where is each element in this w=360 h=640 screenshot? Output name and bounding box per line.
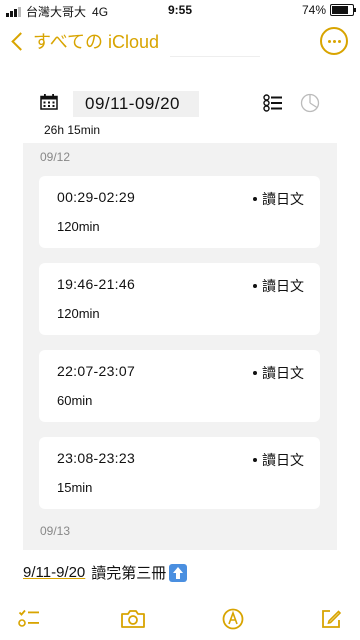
more-button[interactable]: [320, 27, 348, 55]
date-range[interactable]: 09/11-09/20: [73, 91, 199, 117]
entry-time-range: 23:08-23:23: [57, 450, 136, 466]
up-arrow-icon: [169, 563, 188, 582]
tag-dot-icon: [253, 371, 257, 375]
back-label: すべての iCloud: [33, 32, 160, 52]
camera-icon[interactable]: [120, 608, 146, 630]
bottom-toolbar: [0, 598, 360, 640]
entry-tag-label: 讀日文: [262, 191, 304, 207]
entry-tag: 讀日文: [253, 363, 304, 383]
tag-dot-icon: [253, 197, 257, 201]
calendar-icon[interactable]: [40, 94, 58, 110]
note-text: 讀完第三冊: [91, 565, 167, 582]
time-entry-card[interactable]: 19:46-21:46 120min 讀日文: [39, 263, 320, 335]
faded-tab-bar: [170, 34, 260, 57]
embedded-screenshot[interactable]: 09/11-09/20 26h 15min 09/12 00:29-02:29 …: [23, 66, 337, 550]
entry-time-range: 22:07-23:07: [57, 363, 136, 379]
entry-tag: 讀日文: [253, 276, 304, 296]
nav-bar: すべての iCloud: [0, 24, 360, 60]
note-text-line[interactable]: 9/11-9/20 讀完第三冊: [23, 562, 188, 583]
tag-dot-icon: [253, 284, 257, 288]
entry-tag-label: 讀日文: [262, 452, 304, 468]
status-right: 74%: [301, 3, 356, 17]
battery-icon: [330, 4, 356, 16]
entry-duration: 120min: [57, 306, 100, 321]
day-header: 09/13: [40, 524, 71, 538]
battery-percent: 74%: [301, 3, 326, 17]
time-entry-card[interactable]: 22:07-23:07 60min 讀日文: [39, 350, 320, 422]
day-header: 09/12: [40, 150, 71, 164]
entry-tag: 讀日文: [253, 450, 304, 470]
checklist-icon[interactable]: [18, 608, 40, 630]
time-entry-card[interactable]: 23:08-23:23 15min 讀日文: [39, 437, 320, 509]
entry-duration: 15min: [57, 480, 93, 495]
chevron-left-icon: [11, 31, 30, 51]
entry-time-range: 19:46-21:46: [57, 276, 136, 292]
pie-chart-icon[interactable]: [300, 93, 320, 113]
time-log-header: 09/11-09/20 26h 15min: [23, 66, 337, 143]
total-time: 26h 15min: [44, 123, 101, 137]
entry-time-range: 00:29-02:29: [57, 189, 136, 205]
entry-tag-label: 讀日文: [262, 365, 304, 381]
markup-pen-icon[interactable]: [222, 608, 244, 630]
tag-dot-icon: [253, 458, 257, 462]
compose-icon[interactable]: [320, 608, 342, 630]
entry-tag: 讀日文: [253, 189, 304, 209]
back-button[interactable]: すべての iCloud: [6, 28, 159, 54]
status-bar: 台灣大哥大 4G 9:55 74%: [0, 0, 360, 20]
note-date-link[interactable]: 9/11-9/20: [23, 564, 85, 581]
list-icon[interactable]: [263, 94, 283, 112]
time-entry-card[interactable]: 00:29-02:29 120min 讀日文: [39, 176, 320, 248]
entry-tag-label: 讀日文: [262, 278, 304, 294]
entry-duration: 120min: [57, 219, 100, 234]
entry-duration: 60min: [57, 393, 93, 408]
